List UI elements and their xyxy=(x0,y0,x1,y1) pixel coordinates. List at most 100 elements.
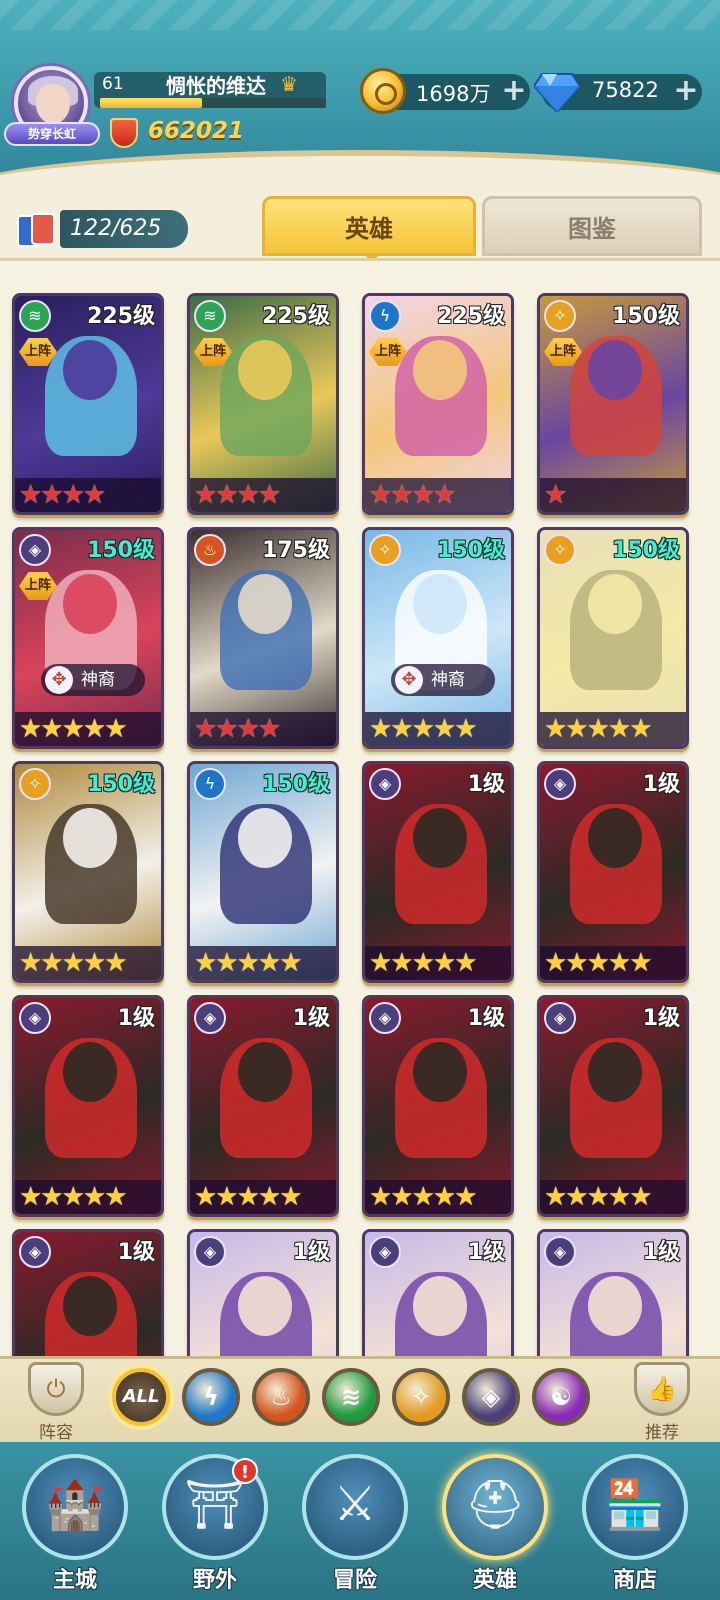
hero-level: 225级 xyxy=(437,304,505,329)
castle-icon: 🏰 xyxy=(45,1477,105,1533)
hero-stars: ★★★★★ xyxy=(194,1182,303,1212)
hero-card[interactable]: ◈1级★★★★★ xyxy=(537,1229,689,1356)
gold-coin-icon xyxy=(360,68,406,114)
nav-label: 野外 xyxy=(192,1568,237,1593)
hero-head xyxy=(238,808,292,868)
filter-water-chip[interactable]: ϟ xyxy=(182,1368,240,1426)
hero-head xyxy=(63,1042,117,1102)
lineup-button[interactable]: ⏻ 阵容 xyxy=(16,1362,96,1443)
divine-label: 神裔 xyxy=(81,670,115,690)
filter-all-chip[interactable]: ALL xyxy=(112,1368,170,1426)
hero-card[interactable]: ♨ 175级 ★★★★ xyxy=(187,527,339,749)
hero-level: 150级 xyxy=(262,772,330,797)
hero-level: 1级 xyxy=(467,1006,505,1031)
add-gold-button[interactable]: + xyxy=(500,74,528,108)
shop-icon: 🏪 xyxy=(605,1477,665,1533)
nav-circle: 🏪 xyxy=(582,1454,688,1560)
hero-card[interactable]: ◈1级★★★★★ xyxy=(187,1229,339,1356)
hero-level: 1级 xyxy=(642,1240,680,1265)
hero-head xyxy=(238,340,292,400)
hero-grid: ≋ 225级 上阵 ★★★★ ≋ 225级 上阵 ★★★★ ϟ 225级 上阵 ★★★★ ✧ 150级 上阵… xyxy=(0,258,720,1356)
filter-void-chip[interactable]: ☯ xyxy=(532,1368,590,1426)
hero-card[interactable]: ◈1级★★★★★ xyxy=(362,761,514,983)
portal-icon: ⛩ xyxy=(184,1477,246,1533)
faction-dark-icon: ◈ xyxy=(19,534,51,566)
hero-count: 122/625 xyxy=(60,210,188,248)
faction-dark-icon: ◈ xyxy=(544,1002,576,1034)
nav-label: 商店 xyxy=(612,1568,657,1593)
hero-card[interactable]: ◈1级★★★★★ xyxy=(12,995,164,1217)
sword-icon: ⚔ xyxy=(333,1476,377,1532)
nav-sword-button[interactable]: ⚔ 冒险 xyxy=(296,1448,414,1600)
hero-stars: ★★★★ xyxy=(194,480,281,510)
nav-castle-button[interactable]: 🏰 主城 xyxy=(16,1448,134,1600)
filter-fire-chip[interactable]: ♨ xyxy=(252,1368,310,1426)
hero-head xyxy=(588,808,642,868)
hero-level: 1级 xyxy=(117,1006,155,1031)
hero-level: 1级 xyxy=(467,1240,505,1265)
player-name: 惆怅的维达 xyxy=(166,74,266,98)
hero-card[interactable]: ≋ 225级 上阵 ★★★★ xyxy=(187,293,339,515)
hero-card[interactable]: ✧ 150级 ★★★★★ xyxy=(537,527,689,749)
faction-dark-icon: ◈ xyxy=(369,1236,401,1268)
hero-head xyxy=(63,1276,117,1336)
hero-head xyxy=(63,808,117,868)
lineup-label: 阵容 xyxy=(39,1423,73,1443)
filter-dark-chip[interactable]: ◈ xyxy=(462,1368,520,1426)
hero-card[interactable]: ◈1级★★★★★ xyxy=(12,1229,164,1356)
header-band xyxy=(0,150,720,190)
tab-heroes[interactable]: 英雄 xyxy=(262,196,476,256)
hero-level: 225级 xyxy=(262,304,330,329)
faction-dark-icon: ◈ xyxy=(194,1002,226,1034)
hero-card[interactable]: ϟ 225级 上阵 ★★★★ xyxy=(362,293,514,515)
faction-dark-icon: ◈ xyxy=(369,1002,401,1034)
filter-wind-chip[interactable]: ≋ xyxy=(322,1368,380,1426)
nav-circle: 🏰 xyxy=(22,1454,128,1560)
hero-stars: ★★★★ xyxy=(369,480,456,510)
hero-stars: ★★★★★ xyxy=(19,948,128,978)
recommend-button[interactable]: 👍 推荐 xyxy=(622,1362,702,1443)
diamond-icon xyxy=(534,73,580,112)
helmet-icon: ⛑ xyxy=(464,1477,526,1533)
hero-head xyxy=(413,340,467,400)
hero-level: 1级 xyxy=(642,1006,680,1031)
hero-head xyxy=(238,1042,292,1102)
hero-card[interactable]: ✧ 150级 上阵 ★ xyxy=(537,293,689,515)
hero-head xyxy=(413,574,467,634)
hero-card[interactable]: ✧ 150级 ★★★★★ xyxy=(12,761,164,983)
faction-light-icon: ✧ xyxy=(544,300,576,332)
hero-level: 1级 xyxy=(292,1006,330,1031)
hero-card[interactable]: ◈1级★★★★★ xyxy=(362,995,514,1217)
faction-dark-icon: ◈ xyxy=(544,1236,576,1268)
header-pattern xyxy=(0,0,720,30)
gold-amount: 1698万 xyxy=(416,82,491,106)
hero-card[interactable]: ✧ 150级 ✥ 神裔 ★★★★★ xyxy=(362,527,514,749)
hero-card[interactable]: ◈1级★★★★★ xyxy=(537,761,689,983)
hero-card[interactable]: ≋ 225级 上阵 ★★★★ xyxy=(12,293,164,515)
hero-card[interactable]: ◈ 1级 ★★★★★ xyxy=(537,995,689,1217)
gem-amount: 75822 xyxy=(592,78,659,102)
add-gem-button[interactable]: + xyxy=(672,74,700,108)
hero-card[interactable]: ◈ 1级 ★★★★★ xyxy=(187,995,339,1217)
divine-icon: ✥ xyxy=(395,666,423,694)
hero-head xyxy=(588,574,642,634)
hero-level: 150级 xyxy=(437,538,505,563)
filter-light-chip[interactable]: ✧ xyxy=(392,1368,450,1426)
faction-water-icon: ϟ xyxy=(194,768,226,800)
hero-card[interactable]: ◈1级★★★★★ xyxy=(362,1229,514,1356)
tab-codex[interactable]: 图鉴 xyxy=(482,196,702,256)
divine-label: 神裔 xyxy=(431,670,465,690)
nav-helmet-button[interactable]: ⛑ 英雄 xyxy=(436,1448,554,1600)
hero-head xyxy=(588,1276,642,1336)
lineup-shield-icon: ⏻ xyxy=(28,1362,84,1416)
nav-shop-button[interactable]: 🏪 商店 xyxy=(576,1448,694,1600)
avatar-face xyxy=(36,84,70,124)
hero-card[interactable]: ϟ 150级 ★★★★★ xyxy=(187,761,339,983)
wild-alert-badge: ! xyxy=(232,1458,258,1484)
faction-wind-icon: ≋ xyxy=(19,300,51,332)
divine-tag: ✥ 神裔 xyxy=(391,664,495,696)
cards-icon xyxy=(17,213,55,247)
faction-light-icon: ✧ xyxy=(369,534,401,566)
hero-card[interactable]: ◈ 150级 上阵 ✥ 神裔 ★★★★★ xyxy=(12,527,164,749)
hero-stars: ★★★★★ xyxy=(544,1182,653,1212)
